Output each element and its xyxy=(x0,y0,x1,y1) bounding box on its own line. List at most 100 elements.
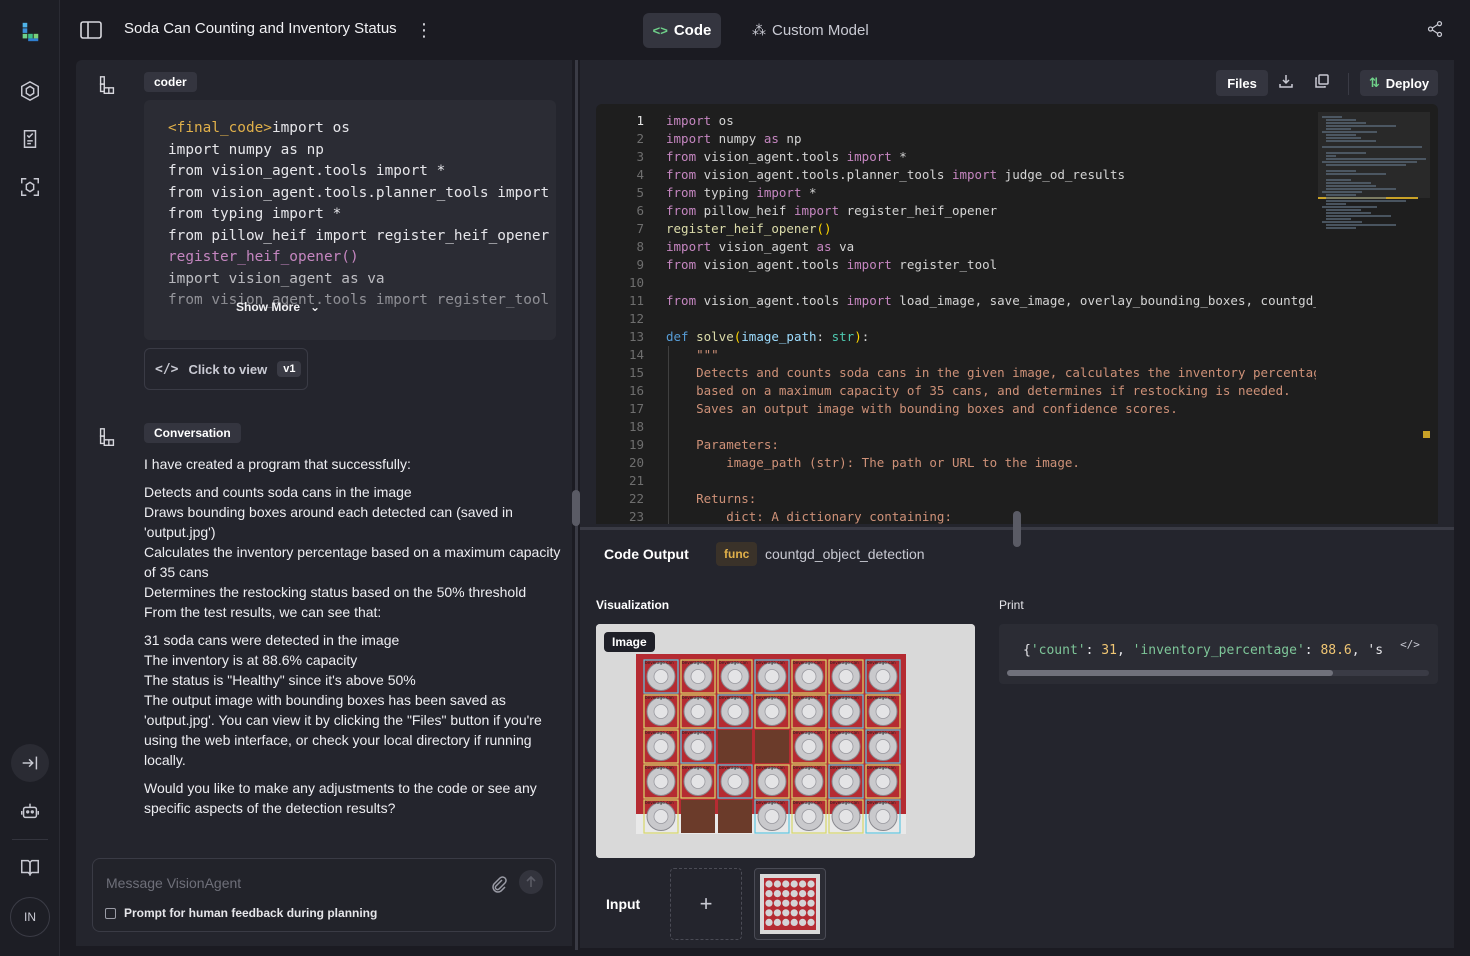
box-label: beverage can xyxy=(756,765,785,770)
box-label: beverage can xyxy=(682,660,711,665)
share-icon[interactable] xyxy=(1426,20,1446,40)
add-input-button[interactable]: + xyxy=(670,868,742,940)
vertical-resize-handle[interactable] xyxy=(572,490,580,526)
code-line[interactable]: Detects and counts soda cans in the give… xyxy=(666,364,1316,382)
code-line[interactable]: from vision_agent.tools.planner_tools im… xyxy=(666,166,1316,184)
thumb-can xyxy=(765,890,773,898)
box-label: beverage can xyxy=(719,695,748,700)
empty-slot xyxy=(681,800,715,833)
thumb-can xyxy=(765,880,773,888)
paperclip-icon[interactable] xyxy=(491,875,507,893)
conversation-paragraph: The output image with bounding boxes has… xyxy=(144,692,542,768)
print-text: {'count': 31, 'inventory_percentage': 88… xyxy=(1023,643,1383,658)
send-button[interactable] xyxy=(519,870,543,894)
human-feedback-checkbox[interactable] xyxy=(105,907,116,919)
thumb-can xyxy=(807,909,815,917)
minimap-line xyxy=(1322,191,1362,193)
code-line[interactable] xyxy=(666,310,1316,328)
show-more-button[interactable]: Show More ⌄ xyxy=(236,300,320,314)
thumb-can xyxy=(807,890,815,898)
code-content[interactable]: import os import numpy as np from vision_a… xyxy=(666,112,1316,524)
tab-code[interactable]: <> Code xyxy=(643,13,721,48)
copy-icon[interactable] xyxy=(1314,73,1332,91)
view-code-icon[interactable]: </> xyxy=(1395,630,1425,658)
can-lid xyxy=(801,774,817,789)
function-name: countgd_object_detection xyxy=(765,546,925,562)
sidebar-toggle-icon[interactable] xyxy=(80,20,102,40)
code-line[interactable]: from vision_agent.tools import * xyxy=(666,148,1316,166)
book-icon[interactable] xyxy=(12,849,48,885)
tab-custom-model[interactable]: ⁂ Custom Model xyxy=(752,13,869,48)
code-line[interactable]: """ xyxy=(666,346,1316,364)
horizontal-resize-handle[interactable] xyxy=(1013,511,1021,547)
can-lid xyxy=(727,669,743,684)
scrollbar-thumb[interactable] xyxy=(1007,670,1333,676)
code-line[interactable]: import vision_agent as va xyxy=(666,238,1316,256)
code-line[interactable]: import numpy as np xyxy=(666,130,1316,148)
thumb-can xyxy=(799,918,807,926)
click-to-view-button[interactable]: </> Click to view v1 xyxy=(144,348,308,390)
code-line[interactable]: Saves an output image with bounding boxe… xyxy=(666,400,1316,418)
scan-icon[interactable] xyxy=(12,169,48,205)
code-line[interactable]: from pillow_heif import register_heif_op… xyxy=(666,202,1316,220)
thumb-can xyxy=(790,918,798,926)
code-line[interactable]: import os xyxy=(666,112,1316,130)
minimap-line xyxy=(1326,209,1361,211)
code-line[interactable]: Parameters: xyxy=(666,436,1316,454)
visualization-image[interactable]: Image beverage can beverage can beverage c… xyxy=(596,624,975,858)
horizontal-scrollbar[interactable] xyxy=(1007,670,1429,676)
code-line[interactable]: based on a maximum capacity of 35 cans, … xyxy=(666,382,1316,400)
code-line[interactable]: from typing import * xyxy=(666,184,1316,202)
code-preview: <final_code>import os import numpy as np f… xyxy=(144,100,556,340)
avatar[interactable]: IN xyxy=(10,897,50,937)
code-line[interactable] xyxy=(666,274,1316,292)
collapse-icon[interactable] xyxy=(11,744,49,782)
line-number: 2 xyxy=(636,131,644,146)
download-icon[interactable] xyxy=(1278,73,1296,91)
code-line[interactable]: register_heif_opener() xyxy=(666,220,1316,238)
code-line[interactable]: dict: A dictionary containing: xyxy=(666,508,1316,524)
checklist-icon[interactable] xyxy=(12,121,48,157)
indent-guide xyxy=(668,346,669,524)
robot-icon[interactable] xyxy=(12,793,48,829)
box-label: beverage can xyxy=(756,660,785,665)
code-line[interactable]: def solve(image_path: str): xyxy=(666,328,1316,346)
can-lid xyxy=(653,809,669,824)
code-line[interactable] xyxy=(666,472,1316,490)
line-number: 11 xyxy=(628,293,644,308)
box-label: beverage can xyxy=(793,730,822,735)
deploy-button[interactable]: ⇅ Deploy xyxy=(1360,70,1438,96)
thumb-can xyxy=(765,899,773,907)
rail-divider xyxy=(12,839,48,840)
code-editor[interactable]: 1 2 3 4 5 6 7 8 9 10 11 12 13 14 15 16 17 18 19 20 21 22 23 im… xyxy=(596,104,1438,524)
conversation-paragraph xyxy=(144,770,564,778)
coder-tag: coder xyxy=(144,72,197,92)
files-button[interactable]: Files xyxy=(1216,70,1268,96)
code-line[interactable] xyxy=(666,418,1316,436)
code-line[interactable]: image_path (str): The path or URL to the… xyxy=(666,454,1316,472)
editor-minimap[interactable] xyxy=(1318,112,1430,524)
conversation-paragraph xyxy=(144,622,564,630)
deploy-label: Deploy xyxy=(1385,75,1430,91)
input-image-thumbnail[interactable] xyxy=(754,868,826,940)
code-line[interactable]: Returns: xyxy=(666,490,1316,508)
minimap-line xyxy=(1326,188,1396,190)
thumb-can xyxy=(790,880,798,888)
box-label: beverage can xyxy=(756,695,785,700)
minimap-line xyxy=(1322,131,1377,133)
human-feedback-option[interactable]: Prompt for human feedback during plannin… xyxy=(105,906,377,920)
minimap-line xyxy=(1326,182,1371,184)
can-lid xyxy=(690,774,706,789)
line-number: 14 xyxy=(628,347,644,362)
hexagon-icon[interactable] xyxy=(12,73,48,109)
fade-overlay xyxy=(144,260,556,340)
agent-avatar-icon xyxy=(96,74,120,98)
code-line[interactable]: from vision_agent.tools import load_imag… xyxy=(666,292,1316,310)
logo-icon[interactable] xyxy=(12,14,48,50)
box-label: beverage can xyxy=(645,765,674,770)
code-line[interactable]: from vision_agent.tools import register_… xyxy=(666,256,1316,274)
image-tag: Image xyxy=(604,632,655,652)
more-options-icon[interactable]: ⋮ xyxy=(414,18,434,42)
message-input[interactable] xyxy=(106,873,486,893)
tab-code-label: Code xyxy=(673,22,712,39)
